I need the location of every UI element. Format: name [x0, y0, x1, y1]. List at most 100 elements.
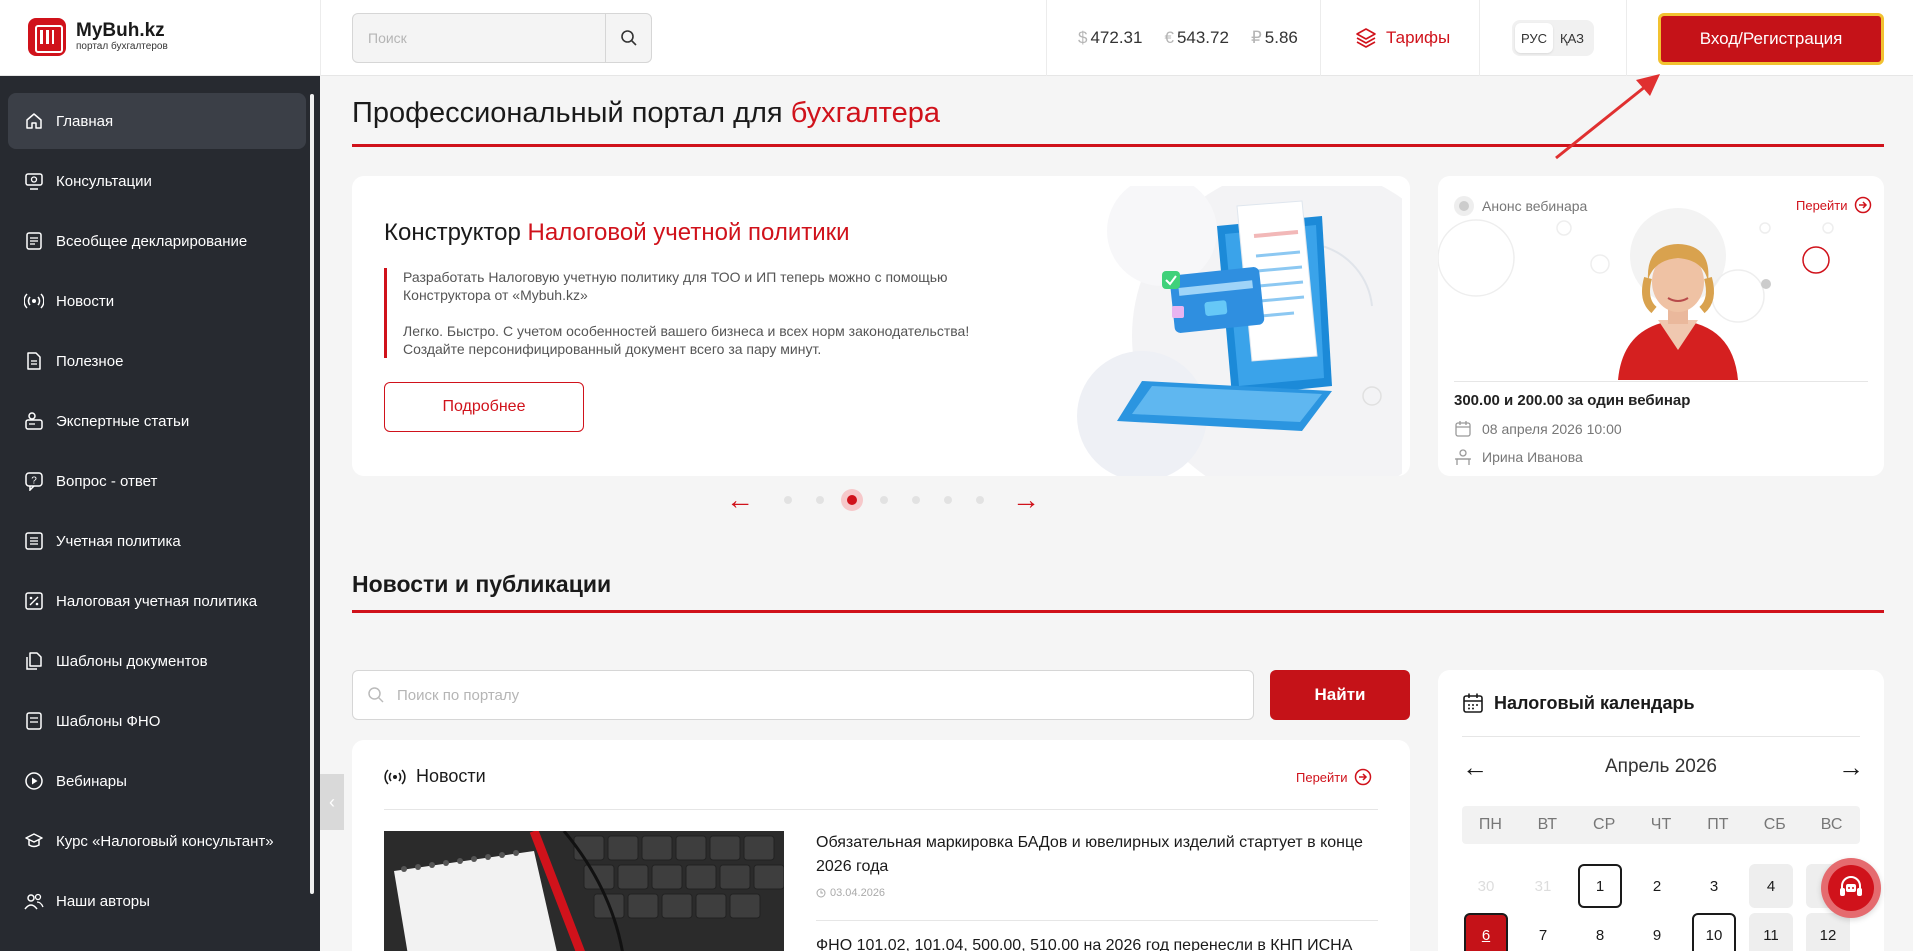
carousel-dot[interactable]: [784, 496, 792, 504]
sidebar-item-useful[interactable]: Полезное: [8, 333, 306, 389]
divider: [1320, 0, 1321, 76]
sidebar-item-declaration[interactable]: Всеобщее декларирование: [8, 213, 306, 269]
sidebar-item-doc-templates[interactable]: Шаблоны документов: [8, 633, 306, 689]
calendar-day[interactable]: 4: [1749, 864, 1793, 908]
title-underline: [352, 144, 1884, 147]
webinar-author: Ирина Иванова: [1454, 448, 1583, 466]
find-button[interactable]: Найти: [1270, 670, 1410, 720]
news-header: Новости: [384, 766, 486, 787]
lang-ru[interactable]: РУС: [1515, 23, 1553, 53]
sidebar-item-fno-templates[interactable]: Шаблоны ФНО: [8, 693, 306, 749]
sidebar-item-qa[interactable]: ? Вопрос - ответ: [8, 453, 306, 509]
calendar-next-arrow[interactable]: →: [1838, 754, 1864, 780]
news-item-title[interactable]: ФНО 101.02, 101.04, 500.00, 510.00 на 20…: [816, 934, 1376, 951]
portal-search: [352, 670, 1254, 720]
tariffs-link[interactable]: Тарифы: [1354, 26, 1450, 50]
laptop-illustration: [1077, 186, 1402, 476]
sidebar-item-authors[interactable]: Наши авторы: [8, 873, 306, 929]
carousel-dot[interactable]: [816, 496, 824, 504]
divider: [1479, 0, 1480, 76]
carousel-dot[interactable]: [976, 496, 984, 504]
carousel-prev-arrow[interactable]: ←: [726, 486, 754, 514]
declaration-icon: [24, 231, 44, 251]
tax-calendar: Налоговый календарь ← Апрель 2026 → ПН В…: [1438, 670, 1884, 951]
sidebar-scrollbar[interactable]: [310, 94, 314, 894]
weekday: ПТ: [1707, 816, 1729, 833]
calendar-day[interactable]: 3: [1692, 864, 1736, 908]
sidebar-item-expert-articles[interactable]: Экспертные статьи: [8, 393, 306, 449]
lang-kz[interactable]: ҚАЗ: [1553, 23, 1591, 53]
sidebar-item-label: Консультации: [56, 172, 152, 190]
calendar-day-today[interactable]: 6: [1464, 913, 1508, 951]
webinar-announcement: Анонс вебинара Перейти 300.00 и 200.00 з…: [1438, 176, 1884, 476]
calendar-day[interactable]: 9: [1635, 913, 1679, 951]
calendar-day[interactable]: 10: [1692, 913, 1736, 951]
divider: [1454, 381, 1868, 382]
news-thumbnail[interactable]: [384, 831, 784, 951]
banner-title: Конструктор Налоговой учетной политики: [384, 219, 850, 246]
page-title: Профессиональный портал для бухгалтера: [352, 97, 941, 129]
weekday: ЧТ: [1650, 816, 1672, 833]
course-icon: [24, 831, 44, 851]
search-icon: [368, 687, 384, 703]
sidebar-collapse-button[interactable]: ‹: [320, 774, 344, 830]
carousel-next-arrow[interactable]: →: [1012, 486, 1040, 514]
webinar-title[interactable]: 300.00 и 200.00 за один вебинар: [1454, 392, 1690, 409]
sidebar-item-label: Вопрос - ответ: [56, 472, 158, 490]
calendar-day[interactable]: 1: [1578, 864, 1622, 908]
calendar-day[interactable]: 2: [1635, 864, 1679, 908]
chevron-left-icon: ‹: [329, 791, 335, 812]
search-input[interactable]: [353, 14, 605, 62]
carousel-controls: ← →: [720, 486, 1040, 514]
logo-icon: [28, 18, 66, 56]
weekday: ВС: [1820, 816, 1843, 833]
search-button[interactable]: [605, 14, 651, 62]
section-underline: [352, 610, 1884, 613]
logo[interactable]: MyBuh.kz портал бухгалтеров: [28, 18, 168, 56]
news-go-link[interactable]: Перейти: [1296, 768, 1372, 786]
section-title: Новости и публикации: [352, 571, 612, 597]
calendar-day[interactable]: 11: [1749, 913, 1793, 951]
rate-rub: ₽5.86: [1250, 28, 1298, 47]
carousel-dot[interactable]: [944, 496, 952, 504]
sidebar-item-label: Учетная политика: [56, 532, 181, 550]
weekday: СР: [1593, 816, 1616, 833]
tax-doc-icon: [24, 591, 44, 611]
search-icon: [620, 30, 637, 46]
sidebar-item-home[interactable]: Главная: [8, 93, 306, 149]
document-icon: [24, 351, 44, 371]
list-icon: [24, 531, 44, 551]
sidebar: Главная Консультации Всеобщее деклариров…: [0, 76, 320, 951]
divider: [320, 0, 321, 76]
portal-search-input[interactable]: [397, 686, 1253, 704]
sidebar-item-accounting-policy[interactable]: Учетная политика: [8, 513, 306, 569]
logo-title: MyBuh.kz: [76, 20, 165, 41]
calendar-day[interactable]: 8: [1578, 913, 1622, 951]
sidebar-item-consultations[interactable]: Консультации: [8, 153, 306, 209]
calendar-day[interactable]: 30: [1464, 864, 1508, 908]
sidebar-item-tax-policy[interactable]: Налоговая учетная политика: [8, 573, 306, 629]
sidebar-item-label: Полезное: [56, 352, 124, 370]
calendar-day[interactable]: 31: [1521, 864, 1565, 908]
sidebar-item-label: Наши авторы: [56, 892, 150, 910]
login-register-button[interactable]: Вход/Регистрация: [1658, 13, 1884, 65]
authors-icon: [24, 891, 44, 911]
carousel-dot[interactable]: [880, 496, 888, 504]
carousel-dot-active[interactable]: [841, 489, 863, 511]
sidebar-item-webinars[interactable]: Вебинары: [8, 753, 306, 809]
clock-icon: [816, 888, 826, 898]
calendar-day[interactable]: 7: [1521, 913, 1565, 951]
support-chat-button[interactable]: [1821, 858, 1881, 918]
logo-subtitle: портал бухгалтеров: [76, 41, 168, 52]
sidebar-item-course[interactable]: Курс «Налоговый консультант»: [8, 813, 306, 869]
form-icon: [24, 711, 44, 731]
news-item-title[interactable]: Обязательная маркировка БАДов и ювелирны…: [816, 831, 1376, 879]
sidebar-item-news[interactable]: Новости: [8, 273, 306, 329]
more-button[interactable]: Подробнее: [384, 382, 584, 432]
promo-banner: Конструктор Налоговой учетной политики Р…: [352, 176, 1410, 476]
carousel-dot[interactable]: [912, 496, 920, 504]
calendar-day[interactable]: 12: [1806, 913, 1850, 951]
language-switch: РУС ҚАЗ: [1512, 20, 1594, 56]
rate-usd: $472.31: [1078, 28, 1143, 47]
divider: [384, 809, 1378, 810]
